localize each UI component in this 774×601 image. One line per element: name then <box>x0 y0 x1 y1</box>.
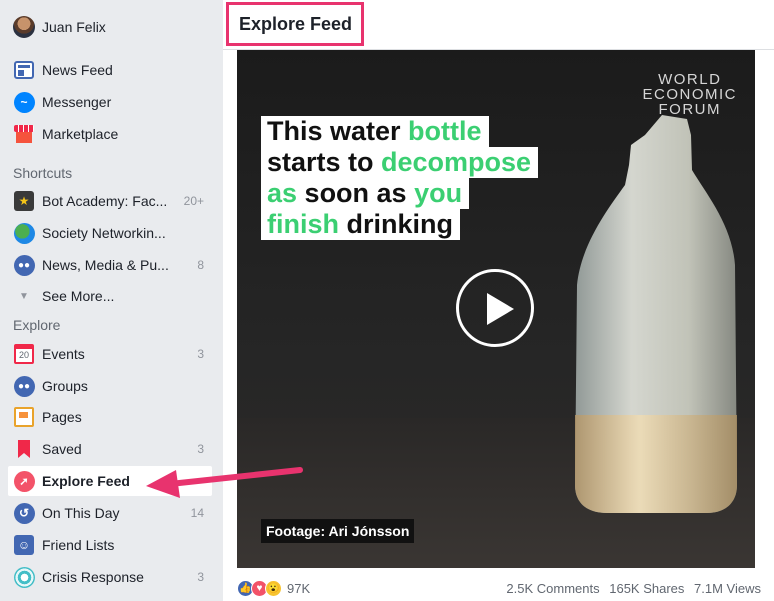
main-content: Explore Feed WORLD ECONOMIC FORUM This w… <box>223 0 774 601</box>
left-sidebar: Juan Felix News Feed ~ Messenger Marketp… <box>0 0 223 601</box>
groups-icon: ●● <box>13 375 35 397</box>
sidebar-item-label: Saved <box>42 441 82 457</box>
headline-segment: This water <box>267 116 409 146</box>
sidebar-item-label: Crisis Response <box>42 569 144 585</box>
wow-reaction-icon: 😮 <box>265 579 282 597</box>
post-stats: 2.5K Comments 165K Shares 7.1M Views <box>500 581 761 596</box>
profile-name: Juan Felix <box>42 19 106 35</box>
sidebar-item-friend-lists[interactable]: ☺ Friend Lists <box>8 530 212 560</box>
headline-segment: as <box>267 178 298 208</box>
sidebar-item-label: Society Networkin... <box>42 225 166 241</box>
count-badge: 3 <box>197 570 204 584</box>
wef-logo: WORLD ECONOMIC FORUM <box>643 72 738 117</box>
marketplace-icon <box>13 123 35 145</box>
headline-line: starts to decompose <box>261 147 539 178</box>
count-badge: 3 <box>197 442 204 456</box>
reactions-summary[interactable]: 👍 ♥ 😮 97K <box>237 578 310 598</box>
group-icon: ●● <box>13 254 35 276</box>
friend-list-icon: ☺ <box>13 534 35 556</box>
sidebar-item-groups[interactable]: ●● Groups <box>8 371 212 401</box>
headline-line: This water bottle <box>261 116 489 147</box>
clock-history-icon: ↺ <box>13 502 35 524</box>
shortcut-item-society-networking[interactable]: Society Networkin... <box>8 218 212 248</box>
sidebar-item-news-feed[interactable]: News Feed <box>8 55 212 85</box>
bookmark-icon <box>13 438 35 460</box>
page-title: Explore Feed <box>226 2 364 46</box>
sidebar-item-label: Explore Feed <box>42 473 130 489</box>
sidebar-item-events[interactable]: 20 Events 3 <box>8 339 212 369</box>
see-more-label: See More... <box>42 288 115 304</box>
explore-heading: Explore <box>13 317 61 333</box>
headline-line: finish drinking <box>261 209 460 240</box>
sidebar-item-label: Events <box>42 346 85 362</box>
sidebar-item-label: Marketplace <box>42 126 119 142</box>
video-player[interactable]: WORLD ECONOMIC FORUM This water bottle s… <box>237 50 755 568</box>
headline-line: as soon as you <box>261 178 470 209</box>
headline-segment: soon as <box>297 178 415 208</box>
shortcuts-heading: Shortcuts <box>13 165 73 181</box>
sidebar-item-label: Messenger <box>42 94 112 110</box>
sidebar-item-label: Pages <box>42 409 82 425</box>
sidebar-item-label: On This Day <box>42 505 120 521</box>
count-badge: 14 <box>190 506 204 520</box>
globe-icon <box>13 222 35 244</box>
bottle-image <box>575 115 737 513</box>
profile-link[interactable]: Juan Felix <box>8 12 212 42</box>
sidebar-item-saved[interactable]: Saved 3 <box>8 434 212 464</box>
page-header: Explore Feed <box>223 0 774 50</box>
see-more-link[interactable]: ▼ See More... <box>8 281 212 311</box>
reactions-count: 97K <box>287 580 311 596</box>
logo-line: ECONOMIC <box>642 86 737 103</box>
sidebar-item-label: News, Media & Pu... <box>42 257 169 273</box>
avatar <box>13 16 35 38</box>
views-count: 7.1M Views <box>694 581 761 596</box>
sidebar-item-crisis-response[interactable]: Crisis Response 3 <box>8 562 212 592</box>
headline-segment: starts to <box>267 147 382 177</box>
sidebar-item-label: Bot Academy: Fac... <box>42 193 168 209</box>
crisis-response-icon <box>13 566 35 588</box>
calendar-icon: 20 <box>13 343 35 365</box>
sidebar-item-explore-feed[interactable]: ➚ Explore Feed <box>8 466 212 496</box>
shortcut-item-news-media[interactable]: ●● News, Media & Pu... 8 <box>8 250 212 280</box>
headline-segment: decompose <box>381 147 532 177</box>
shares-count[interactable]: 165K Shares <box>609 581 684 596</box>
headline-segment: drinking <box>339 209 454 239</box>
sidebar-item-pages[interactable]: Pages <box>8 402 212 432</box>
sidebar-item-messenger[interactable]: ~ Messenger <box>8 87 212 117</box>
sidebar-item-label: News Feed <box>42 62 113 78</box>
group-thumbnail-icon: ★ <box>13 190 35 212</box>
sidebar-item-marketplace[interactable]: Marketplace <box>8 119 212 149</box>
comments-count[interactable]: 2.5K Comments <box>506 581 599 596</box>
video-headline: This water bottle starts to decompose as s… <box>261 116 539 240</box>
footage-caption: Footage: Ari Jónsson <box>261 519 415 543</box>
count-badge: 3 <box>197 347 204 361</box>
count-badge: 8 <box>197 258 204 272</box>
count-badge: 20+ <box>183 194 204 208</box>
play-button[interactable] <box>456 269 534 347</box>
logo-line: WORLD <box>658 71 722 88</box>
headline-segment: finish <box>267 209 339 239</box>
headline-segment: bottle <box>408 116 482 146</box>
shortcut-item-bot-academy[interactable]: ★ Bot Academy: Fac... 20+ <box>8 186 212 216</box>
rocket-icon: ➚ <box>13 470 35 492</box>
sidebar-item-on-this-day[interactable]: ↺ On This Day 14 <box>8 498 212 528</box>
messenger-icon: ~ <box>13 91 35 113</box>
headline-segment: you <box>414 178 463 208</box>
chevron-down-icon: ▼ <box>19 290 29 302</box>
news-feed-icon <box>13 59 35 81</box>
sidebar-item-label: Friend Lists <box>42 537 115 553</box>
sidebar-item-label: Groups <box>42 378 88 394</box>
flag-icon <box>13 406 35 428</box>
